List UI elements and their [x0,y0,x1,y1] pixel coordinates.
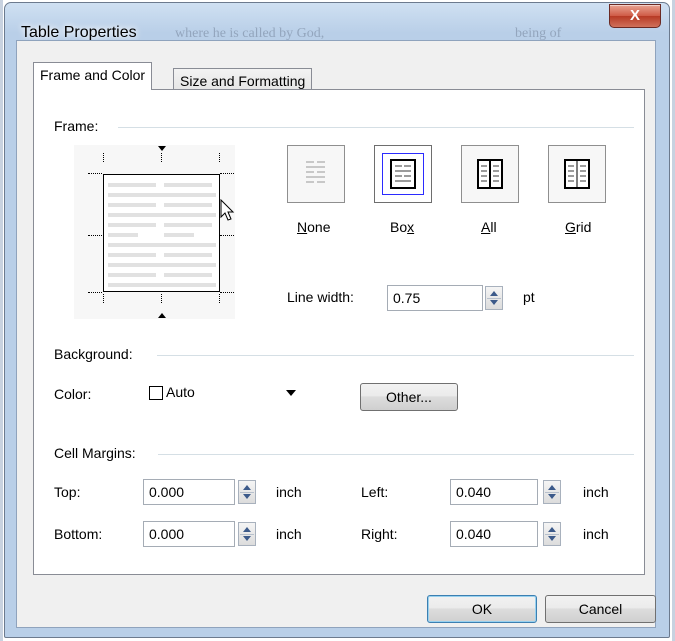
spin-down-icon [243,494,251,499]
line-width-input[interactable]: 0.75 [387,285,483,311]
color-label: Color: [54,386,92,402]
cell-margins-section-label: Cell Margins: [54,445,136,461]
close-button[interactable]: X [609,4,661,28]
frame-grid-button[interactable] [548,145,606,203]
color-dropdown[interactable]: Auto [144,380,304,406]
spin-down-icon [490,300,498,305]
preview-guide [88,292,102,293]
frame-divider [118,127,634,128]
preview-table-box [103,174,220,292]
color-value: Auto [166,384,195,400]
line-width-label: Line width: [287,289,354,305]
cell-margins-divider [158,454,634,455]
tab-label: Frame and Color [40,67,146,83]
line-width-unit: pt [523,289,535,305]
preview-guide [220,292,234,293]
spin-up-icon [490,291,498,296]
dropdown-arrow-icon [286,390,296,396]
preview-guide [88,235,102,236]
preview-guide [88,173,102,174]
preview-guide [219,294,220,303]
frame-none-icon [306,161,325,183]
tab-label: Size and Formatting [180,73,306,89]
right-margin-spinner[interactable] [543,522,561,546]
left-margin-label: Left: [361,484,389,500]
line-width-spinner[interactable] [485,286,503,310]
preview-guide [161,294,162,303]
preview-guide [161,153,162,162]
frame-all-button[interactable] [461,145,519,203]
spin-down-icon [548,536,556,541]
color-swatch [149,386,163,400]
preview-guide [103,153,104,162]
bottom-margin-input[interactable]: 0.000 [143,521,235,547]
close-icon: X [629,7,640,24]
background-section-label: Background: [54,346,133,362]
title-bar[interactable]: where he is called by God, being of Tabl… [5,3,669,41]
frame-box-label: Box [390,219,415,235]
ok-button[interactable]: OK [427,595,537,623]
preview-guide [219,153,220,162]
top-arrow-icon [158,146,166,151]
spin-up-icon [548,527,556,532]
top-margin-input[interactable]: 0.000 [143,479,235,505]
top-margin-label: Top: [54,484,81,500]
right-margin-unit: inch [583,526,609,542]
tab-frame-and-color[interactable]: Frame and Color [33,62,153,90]
mouse-pointer-icon [220,199,235,221]
preview-guide [103,294,104,303]
left-margin-input[interactable]: 0.040 [450,479,538,505]
frame-none-button[interactable] [287,145,345,203]
frame-none-label: None [297,219,331,235]
spin-down-icon [243,536,251,541]
frame-grid-label: Grid [565,219,592,235]
frame-box-icon [390,159,416,189]
frame-all-icon [477,159,503,189]
bottom-margin-label: Bottom: [54,526,103,542]
preview-guide [220,173,234,174]
frame-section-label: Frame: [54,118,99,134]
frame-box-button[interactable] [374,145,432,203]
cancel-button[interactable]: Cancel [545,595,656,623]
spin-up-icon [243,485,251,490]
other-color-button[interactable]: Other... [360,383,458,411]
left-margin-spinner[interactable] [543,480,561,504]
bottom-margin-unit: inch [276,526,302,542]
spin-down-icon [548,494,556,499]
frame-preview[interactable] [74,145,235,319]
right-margin-input[interactable]: 0.040 [450,521,538,547]
bottom-arrow-icon [158,313,166,318]
spin-up-icon [243,527,251,532]
preview-guide [220,235,234,236]
top-margin-spinner[interactable] [238,480,256,504]
frame-all-label: All [481,219,497,235]
background-divider [157,355,634,356]
right-margin-label: Right: [361,526,398,542]
top-margin-unit: inch [276,484,302,500]
spin-up-icon [548,485,556,490]
bottom-margin-spinner[interactable] [238,522,256,546]
frame-grid-icon [564,159,590,189]
left-margin-unit: inch [583,484,609,500]
